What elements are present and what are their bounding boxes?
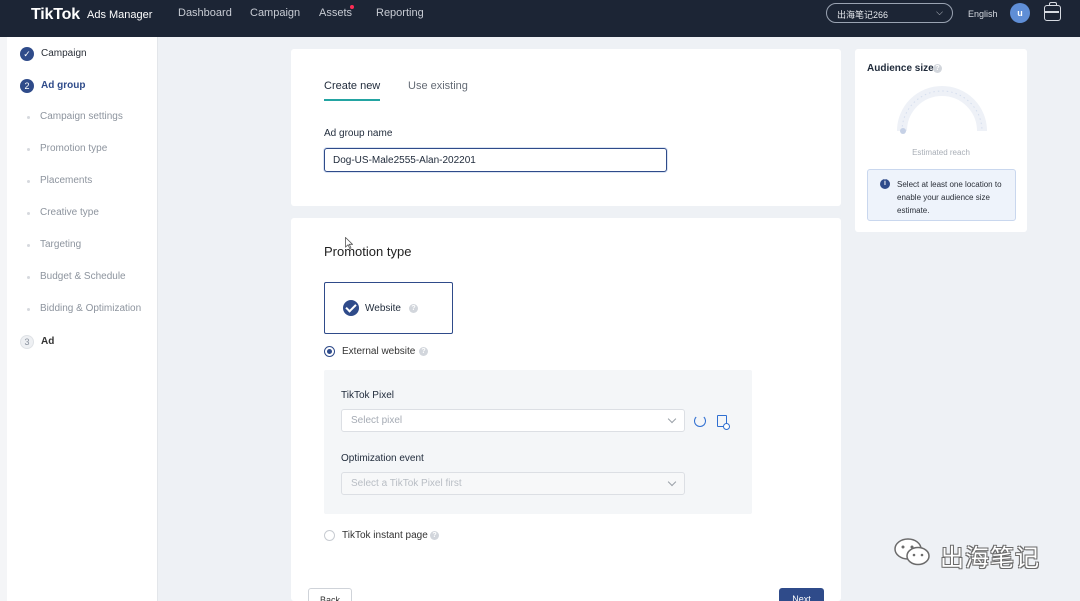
account-selector[interactable]: 出海笔记266 ⌵ — [826, 3, 953, 23]
help-icon[interactable]: ? — [933, 64, 942, 73]
help-icon[interactable]: ? — [419, 347, 428, 356]
substep-dot — [27, 276, 30, 279]
optimization-event-placeholder: Select a TikTok Pixel first — [351, 478, 462, 489]
substep-dot — [27, 180, 30, 183]
wechat-icon — [894, 538, 930, 566]
instant-page-label[interactable]: TikTok instant page — [342, 530, 428, 541]
step-number: 2 — [20, 79, 34, 93]
briefcase-icon[interactable] — [1044, 2, 1061, 21]
step-label: Ad — [41, 336, 55, 347]
pixel-settings-panel: TikTok Pixel Select pixel Optimization e… — [324, 370, 752, 514]
back-button[interactable]: Back — [308, 588, 352, 601]
info-icon: i — [880, 179, 890, 189]
chevron-down-icon — [667, 477, 677, 487]
audience-size-title: Audience size — [867, 63, 934, 74]
cursor-icon — [345, 237, 353, 249]
nav-dashboard[interactable]: Dashboard — [178, 7, 232, 19]
step-label: Campaign — [41, 48, 87, 59]
estimated-reach-label: Estimated reach — [912, 148, 970, 157]
nav-assets[interactable]: Assets — [319, 7, 352, 19]
ad-group-name-label: Ad group name — [324, 128, 393, 139]
ads-manager-label: Ads Manager — [87, 9, 153, 21]
help-icon[interactable]: ? — [430, 531, 439, 540]
sidebar-edge — [0, 37, 7, 601]
check-circle-icon — [343, 300, 359, 316]
ad-group-name-card: Create new Use existing Ad group name — [291, 49, 841, 206]
promotion-option-website[interactable]: Website ? — [324, 282, 453, 334]
refresh-icon[interactable] — [694, 415, 706, 427]
tab-use-existing[interactable]: Use existing — [408, 80, 468, 92]
optimization-event-label: Optimization event — [341, 453, 424, 464]
tiktok-logo[interactable]: TikTok — [31, 6, 80, 24]
substep-bidding-optimization[interactable]: Bidding & Optimization — [40, 303, 141, 314]
substep-dot — [27, 148, 30, 151]
step-number: 3 — [20, 335, 34, 349]
audience-gauge — [897, 86, 987, 134]
language-switcher[interactable]: English — [968, 9, 998, 19]
chevron-down-icon — [667, 414, 677, 424]
check-icon: ✓ — [20, 47, 34, 61]
substep-dot — [27, 308, 30, 311]
optimization-event-select[interactable]: Select a TikTok Pixel first — [341, 472, 685, 495]
substep-budget-schedule[interactable]: Budget & Schedule — [40, 271, 126, 282]
top-navigation-bar: TikTok Ads Manager Dashboard Campaign As… — [0, 0, 1080, 37]
instant-page-radio[interactable] — [324, 530, 335, 541]
substep-targeting[interactable]: Targeting — [40, 239, 81, 250]
assets-notification-dot — [350, 5, 354, 9]
substep-promotion-type[interactable]: Promotion type — [40, 143, 107, 154]
avatar[interactable]: u — [1010, 3, 1030, 23]
substep-dot — [27, 116, 30, 119]
substep-dot — [27, 244, 30, 247]
section-title: Promotion type — [324, 244, 412, 259]
next-button[interactable]: Next — [779, 588, 824, 601]
tiktok-pixel-label: TikTok Pixel — [341, 390, 394, 401]
external-website-radio[interactable] — [324, 346, 335, 357]
substep-creative-type[interactable]: Creative type — [40, 207, 99, 218]
external-website-label[interactable]: External website — [342, 346, 415, 357]
help-icon[interactable]: ? — [409, 304, 418, 313]
chevron-down-icon: ⌵ — [936, 7, 943, 17]
step-sidebar: ✓ Campaign 2 Ad group Campaign settings … — [0, 37, 158, 601]
account-name: 出海笔记266 — [837, 10, 889, 20]
create-pixel-icon[interactable] — [717, 415, 730, 430]
tab-create-new[interactable]: Create new — [324, 80, 381, 101]
pixel-select[interactable]: Select pixel — [341, 409, 685, 432]
pixel-select-placeholder: Select pixel — [351, 415, 403, 426]
nav-campaign[interactable]: Campaign — [250, 7, 300, 19]
nav-reporting[interactable]: Reporting — [376, 7, 424, 19]
audience-size-panel: Audience size ? Estimated reach i Select… — [855, 49, 1027, 232]
watermark-text: 出海笔记 — [940, 544, 1040, 572]
audience-info-text: Select at least one location to enable y… — [897, 180, 1002, 215]
ad-group-name-input[interactable] — [324, 148, 667, 172]
substep-campaign-settings[interactable]: Campaign settings — [40, 111, 123, 122]
substep-dot — [27, 212, 30, 215]
promotion-type-card: Promotion type Website ? External websit… — [291, 218, 841, 601]
substep-placements[interactable]: Placements — [40, 175, 92, 186]
audience-info-box: i Select at least one location to enable… — [867, 169, 1016, 221]
step-label: Ad group — [41, 80, 86, 91]
promotion-option-label: Website — [365, 303, 401, 314]
